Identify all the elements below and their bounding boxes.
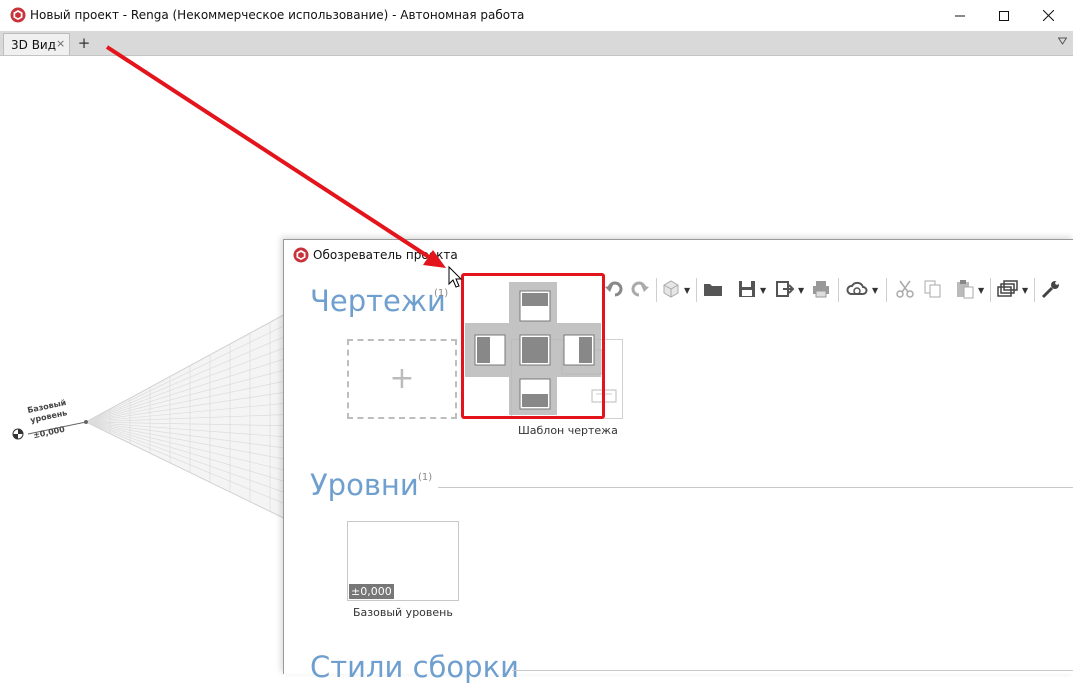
level-elevation-badge: ±0,000 [349,584,394,599]
section-title-drawings: Чертежи [310,284,446,318]
close-icon [1042,10,1054,21]
section-divider [438,487,1073,488]
browser-toolbar: ▼ ▼ ▼ ▼ ▼ ▼ [604,274,1073,304]
windows-dropdown-chevron-icon[interactable]: ▼ [1022,286,1028,295]
window-title: Новый проект - Renga (Некоммерческое исп… [30,8,525,22]
section-count-levels: (1) [418,472,433,483]
tab-close-icon[interactable]: × [56,37,65,50]
tab-3d-view[interactable]: 3D Вид × [3,33,70,55]
section-title-assembly-styles: Стили сборки [310,650,519,684]
minimize-icon [955,15,965,16]
undo-icon[interactable] [604,278,626,300]
toolbar-separator [838,278,839,302]
section-count-drawings: (1) [434,288,449,299]
annotation-highlight-box [461,273,605,419]
level-caption: Базовый уровень [353,606,453,619]
cube-icon[interactable] [660,278,682,300]
plus-icon: + [389,361,415,396]
toolbar-separator [656,278,657,302]
cut-icon[interactable] [894,278,916,300]
paste-icon[interactable] [954,278,976,300]
save-dropdown-chevron-icon[interactable]: ▼ [760,286,766,295]
toolbar-separator [1034,278,1035,302]
settings-wrench-icon[interactable] [1040,278,1062,300]
section-divider [512,670,1073,671]
drawing-template-caption: Шаблон чертежа [518,424,618,437]
browser-title-bar[interactable]: Обозреватель проекта [284,240,1073,270]
maximize-button[interactable] [981,0,1027,31]
level-thumbnail[interactable]: ±0,000 [347,521,459,601]
project-browser-panel[interactable]: Обозреватель проекта ▼ ▼ ▼ ▼ ▼ ▼ Чертежи… [283,239,1073,684]
cube-dropdown-chevron-icon[interactable]: ▼ [684,286,690,295]
tab-bar: 3D Вид × + [0,31,1073,56]
close-button[interactable] [1025,0,1071,31]
renga-logo-icon [10,7,26,23]
toolbar-separator [886,278,887,302]
toolbar-separator [696,278,697,302]
section-title-levels: Уровни [310,468,419,502]
open-folder-icon[interactable] [702,278,724,300]
windows-icon[interactable] [996,278,1018,300]
add-drawing-button[interactable]: + [347,339,457,419]
copy-icon[interactable] [922,278,944,300]
tab-label: 3D Вид [11,38,57,52]
browser-title: Обозреватель проекта [313,248,458,262]
export-icon[interactable] [774,278,796,300]
cloud-sync-icon[interactable] [846,278,868,300]
print-icon[interactable] [810,278,832,300]
cloud-dropdown-chevron-icon[interactable]: ▼ [872,286,878,295]
renga-logo-icon [293,247,309,263]
add-tab-button[interactable]: + [74,33,94,53]
tab-list-chevron-icon[interactable] [1058,37,1067,45]
maximize-icon [999,10,1009,21]
title-bar: Новый проект - Renga (Некоммерческое исп… [0,0,1073,32]
minimize-button[interactable] [937,0,983,31]
export-dropdown-chevron-icon[interactable]: ▼ [798,286,804,295]
paste-dropdown-chevron-icon[interactable]: ▼ [978,286,984,295]
save-icon[interactable] [736,278,758,300]
redo-icon[interactable] [628,278,650,300]
toolbar-separator [990,278,991,302]
